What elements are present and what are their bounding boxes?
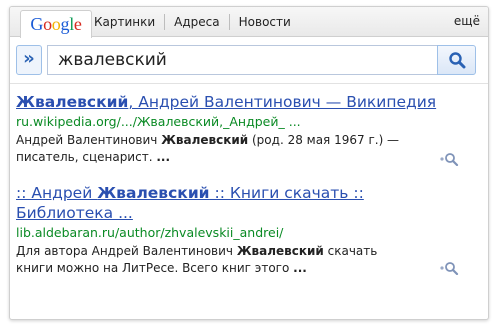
result-title-text: :: Андрей	[16, 184, 98, 202]
snippet-ellipsis: ...	[156, 150, 171, 164]
logo-letter: G	[30, 14, 44, 34]
snippet-text: Андрей Валентинович	[16, 133, 162, 147]
logo-letter: o	[43, 14, 52, 34]
search-icon	[448, 52, 465, 69]
result-item: Жвалевский, Андрей Валентинович — Википе…	[16, 92, 461, 166]
search-row: »	[10, 37, 488, 84]
google-logo: Google	[30, 14, 82, 34]
snippet-text: Для автора Андрей Валентинович	[16, 244, 237, 258]
search-input[interactable]	[47, 45, 437, 75]
result-title-highlight: Жвалевский	[16, 93, 129, 111]
logo-letter: o	[51, 14, 61, 34]
logo-letter: g	[60, 14, 70, 34]
more-link[interactable]: ещё	[454, 7, 480, 36]
result-snippet: Для автора Андрей Валентинович Жвалевски…	[16, 243, 416, 277]
search-vertical-nav: Картинки Адреса Новости	[94, 7, 300, 36]
results-list: Жвалевский, Андрей Валентинович — Википе…	[16, 92, 461, 294]
result-snippet: Андрей Валентинович Жвалевский (род. 28 …	[16, 132, 416, 166]
nav-images[interactable]: Картинки	[94, 14, 164, 30]
nav-maps[interactable]: Адреса	[164, 13, 228, 30]
result-title-link[interactable]: :: Андрей Жвалевский :: Книги скачать ::…	[16, 183, 461, 223]
result-title-link[interactable]: Жвалевский, Андрей Валентинович — Википе…	[16, 92, 461, 112]
expand-button[interactable]: »	[16, 45, 42, 75]
result-title-highlight: Жвалевский	[97, 184, 210, 202]
snippet-highlight: Жвалевский	[236, 244, 324, 258]
nav-news[interactable]: Новости	[228, 13, 300, 30]
result-url: lib.aldebaran.ru/author/zhvalevskii_andr…	[16, 225, 284, 240]
top-navigation-bar: Google Картинки Адреса Новости ещё	[10, 7, 488, 38]
snippet-highlight: Жвалевский	[161, 133, 249, 147]
result-title-text: , Андрей Валентинович — Википедия	[128, 93, 437, 111]
instant-preview-icon[interactable]	[439, 261, 459, 275]
result-url: ru.wikipedia.org/.../Жвалевский,_Андрей_…	[16, 114, 301, 129]
snippet-ellipsis: ...	[293, 261, 307, 275]
google-tab[interactable]: Google	[20, 10, 92, 38]
result-item: :: Андрей Жвалевский :: Книги скачать ::…	[16, 183, 461, 277]
logo-letter: e	[73, 14, 82, 34]
search-button[interactable]	[437, 45, 476, 75]
instant-preview-icon[interactable]	[439, 152, 459, 166]
